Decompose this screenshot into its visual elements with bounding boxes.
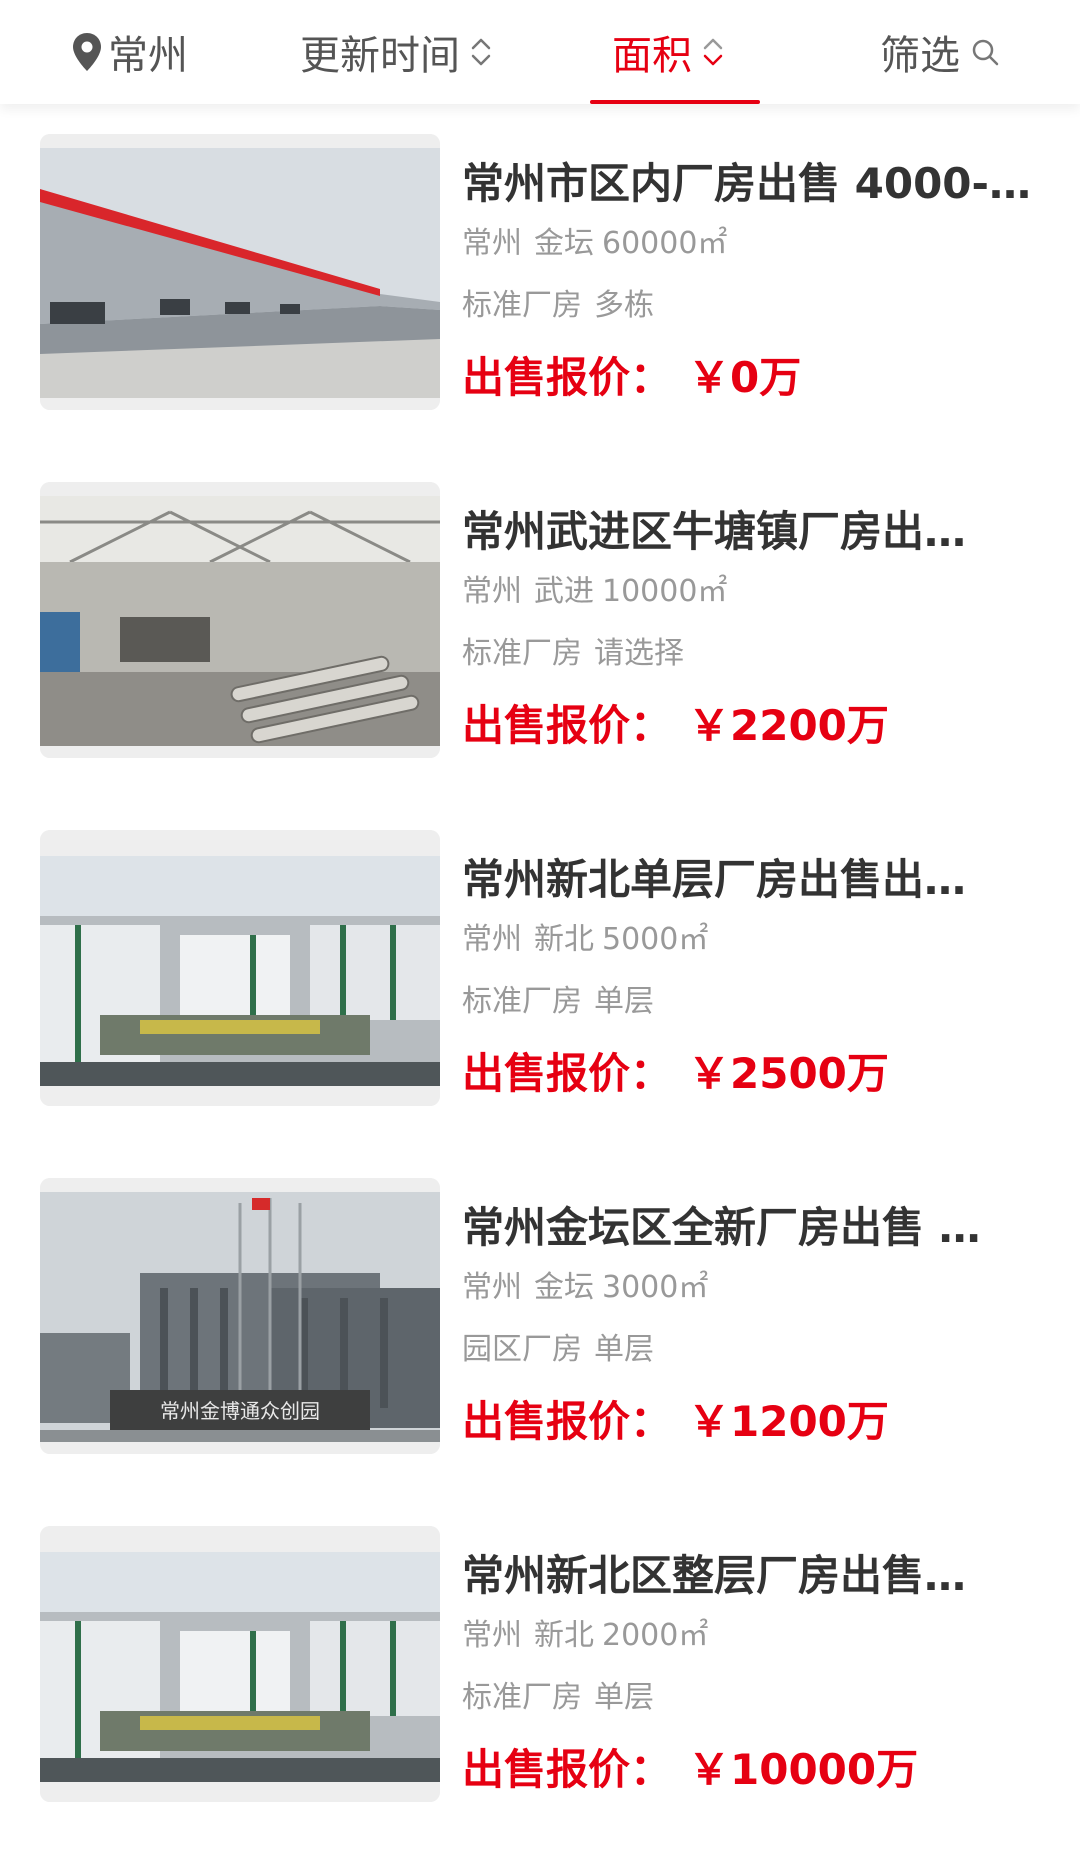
listing-type: 标准厂房 单层 [462,984,654,1019]
area-sort[interactable]: 面积 [612,0,724,104]
active-tab-indicator [590,100,760,104]
listing-price: 出售报价： ￥1200万 [462,1397,889,1446]
listing-type: 标准厂房 单层 [462,1680,654,1715]
listing-card[interactable]: 常州市区内厂房出售 4000-… 常州 金坛 60000㎡ 标准厂房 多栋 出售报价：… [0,134,1080,434]
update-time-label: 更新时间 [300,33,460,79]
listing-type: 标准厂房 多栋 [462,288,654,323]
listing-location-area: 常州 新北 5000㎡ [462,922,709,957]
filter-bar: 常州 更新时间 面积 筛选 [0,0,1080,104]
park-sign-text: 常州金博通众创园 [160,1399,320,1423]
listing-photo-office-building: 常州金博通众创园 [40,1178,440,1454]
area-sort-label: 面积 [612,33,692,79]
filter-button[interactable]: 筛选 [880,0,1000,104]
listing-location-area: 常州 金坛 3000㎡ [462,1270,709,1305]
listing-location-area: 常州 金坛 60000㎡ [462,226,728,261]
filter-label: 筛选 [880,33,960,79]
listing-title: 常州市区内厂房出售 4000-… [462,159,1031,208]
listing-title: 常州武进区牛塘镇厂房出… [462,507,967,556]
listing-title: 常州新北单层厂房出售出… [462,855,967,904]
sort-arrows-icon [702,35,724,69]
listing-price: 出售报价： ￥2200万 [462,701,889,750]
city-filter[interactable]: 常州 [72,0,188,104]
city-filter-label: 常州 [108,33,188,79]
sort-arrows-icon [470,35,492,69]
listing-price: 出售报价： ￥10000万 [462,1745,919,1794]
update-time-sort[interactable]: 更新时间 [300,0,492,104]
listing-price: 出售报价： ￥0万 [462,353,802,402]
listing-title: 常州金坛区全新厂房出售 … [462,1203,981,1252]
listing-price: 出售报价： ￥2500万 [462,1049,889,1098]
listing-type: 园区厂房 单层 [462,1332,654,1367]
listing-photo-industrial-park-aerial [40,1526,440,1802]
listing-photo-warehouse-exterior [40,134,440,410]
listing-card[interactable]: 常州新北区整层厂房出售… 常州 新北 2000㎡ 标准厂房 单层 出售报价： ￥1000… [0,1526,1080,1826]
location-pin-icon [72,32,102,72]
listing-photo-industrial-park-aerial [40,830,440,1106]
listing-location-area: 常州 武进 10000㎡ [462,574,728,609]
listing-photo-workshop-interior [40,482,440,758]
listing-location-area: 常州 新北 2000㎡ [462,1618,709,1653]
search-icon [970,37,1000,67]
listing-card[interactable]: 常州新北单层厂房出售出… 常州 新北 5000㎡ 标准厂房 单层 出售报价： ￥2500… [0,830,1080,1130]
listing-title: 常州新北区整层厂房出售… [462,1551,967,1600]
listing-card[interactable]: 常州金博通众创园 常州金坛区全新厂房出售 … 常州 金坛 3000㎡ 园区厂房 单层 … [0,1178,1080,1478]
listing-type: 标准厂房 请选择 [462,636,684,671]
listing-card[interactable]: 常州武进区牛塘镇厂房出… 常州 武进 10000㎡ 标准厂房 请选择 出售报价： ￥22… [0,482,1080,782]
